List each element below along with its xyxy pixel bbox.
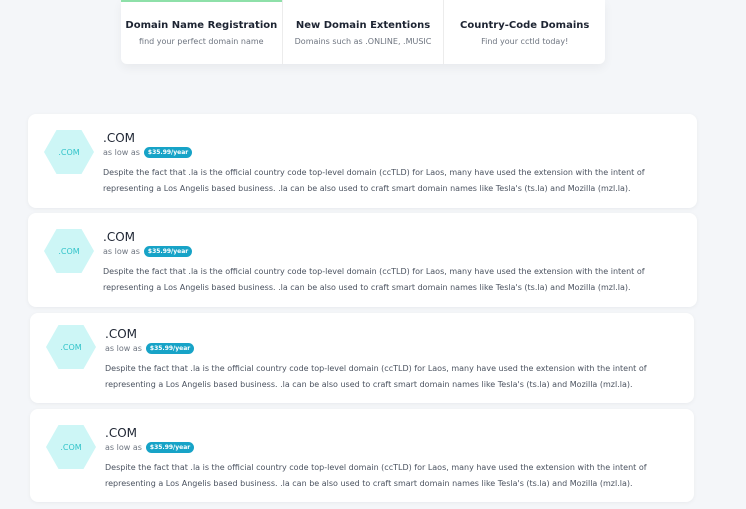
domain-extension-name: .COM: [103, 131, 135, 145]
tab-domain-name-registration[interactable]: Domain Name Registration find your perfe…: [121, 0, 283, 64]
domain-extension-icon: .COM: [44, 130, 94, 174]
domain-type-tabs: Domain Name Registration find your perfe…: [121, 0, 605, 64]
tab-new-domain-extentions[interactable]: New Domain Extentions Domains such as .O…: [283, 0, 445, 64]
tab-subtitle: Find your cctld today!: [481, 37, 569, 46]
domain-extension-name: .COM: [105, 426, 137, 440]
domain-card[interactable]: .COM .COM as low as $35.99/year Despite …: [30, 313, 694, 403]
as-low-as-label: as low as: [105, 344, 142, 353]
price-line: as low as $35.99/year: [105, 442, 195, 453]
as-low-as-label: as low as: [103, 247, 140, 256]
price-badge: $35.99/year: [143, 147, 193, 158]
tab-title: Domain Name Registration: [125, 20, 278, 31]
tab-title: New Domain Extentions: [295, 20, 431, 31]
domain-description: Despite the fact that .la is the officia…: [103, 165, 663, 196]
domain-extension-icon: .COM: [46, 325, 96, 369]
price-badge: $35.99/year: [143, 246, 193, 257]
description-line: representing a Los Angelis based busines…: [105, 379, 633, 389]
description-line: representing a Los Angelis based busines…: [103, 183, 631, 193]
description-line: Despite the fact that .la is the officia…: [105, 463, 647, 472]
domain-extension-icon: .COM: [46, 425, 96, 469]
tab-title: Country-Code Domains: [460, 20, 590, 31]
price-line: as low as $35.99/year: [103, 147, 193, 158]
price-line: as low as $35.99/year: [103, 246, 193, 257]
domain-description: Despite the fact that .la is the officia…: [105, 361, 665, 392]
price-badge: $35.99/year: [145, 442, 195, 453]
description-line: representing a Los Angelis based busines…: [105, 478, 633, 488]
tab-subtitle: find your perfect domain name: [139, 37, 264, 46]
description-line: Despite the fact that .la is the officia…: [105, 364, 647, 373]
domain-card[interactable]: .COM .COM as low as $35.99/year Despite …: [28, 114, 697, 208]
domain-extension-name: .COM: [103, 230, 135, 244]
tab-country-code-domains[interactable]: Country-Code Domains Find your cctld tod…: [444, 0, 605, 64]
domain-description: Despite the fact that .la is the officia…: [105, 460, 665, 491]
as-low-as-label: as low as: [103, 148, 140, 157]
description-line: Despite the fact that .la is the officia…: [103, 168, 645, 177]
description-line: representing a Los Angelis based busines…: [103, 282, 631, 292]
domain-extension-icon: .COM: [44, 229, 94, 273]
domain-card[interactable]: .COM .COM as low as $35.99/year Despite …: [28, 213, 697, 307]
domain-description: Despite the fact that .la is the officia…: [103, 264, 663, 295]
domain-extension-name: .COM: [105, 327, 137, 341]
description-line: Despite the fact that .la is the officia…: [103, 267, 645, 276]
price-badge: $35.99/year: [145, 343, 195, 354]
tab-subtitle: Domains such as .ONLINE, .MUSIC: [294, 37, 432, 46]
domain-card[interactable]: .COM .COM as low as $35.99/year Despite …: [30, 409, 694, 502]
as-low-as-label: as low as: [105, 443, 142, 452]
price-line: as low as $35.99/year: [105, 343, 195, 354]
